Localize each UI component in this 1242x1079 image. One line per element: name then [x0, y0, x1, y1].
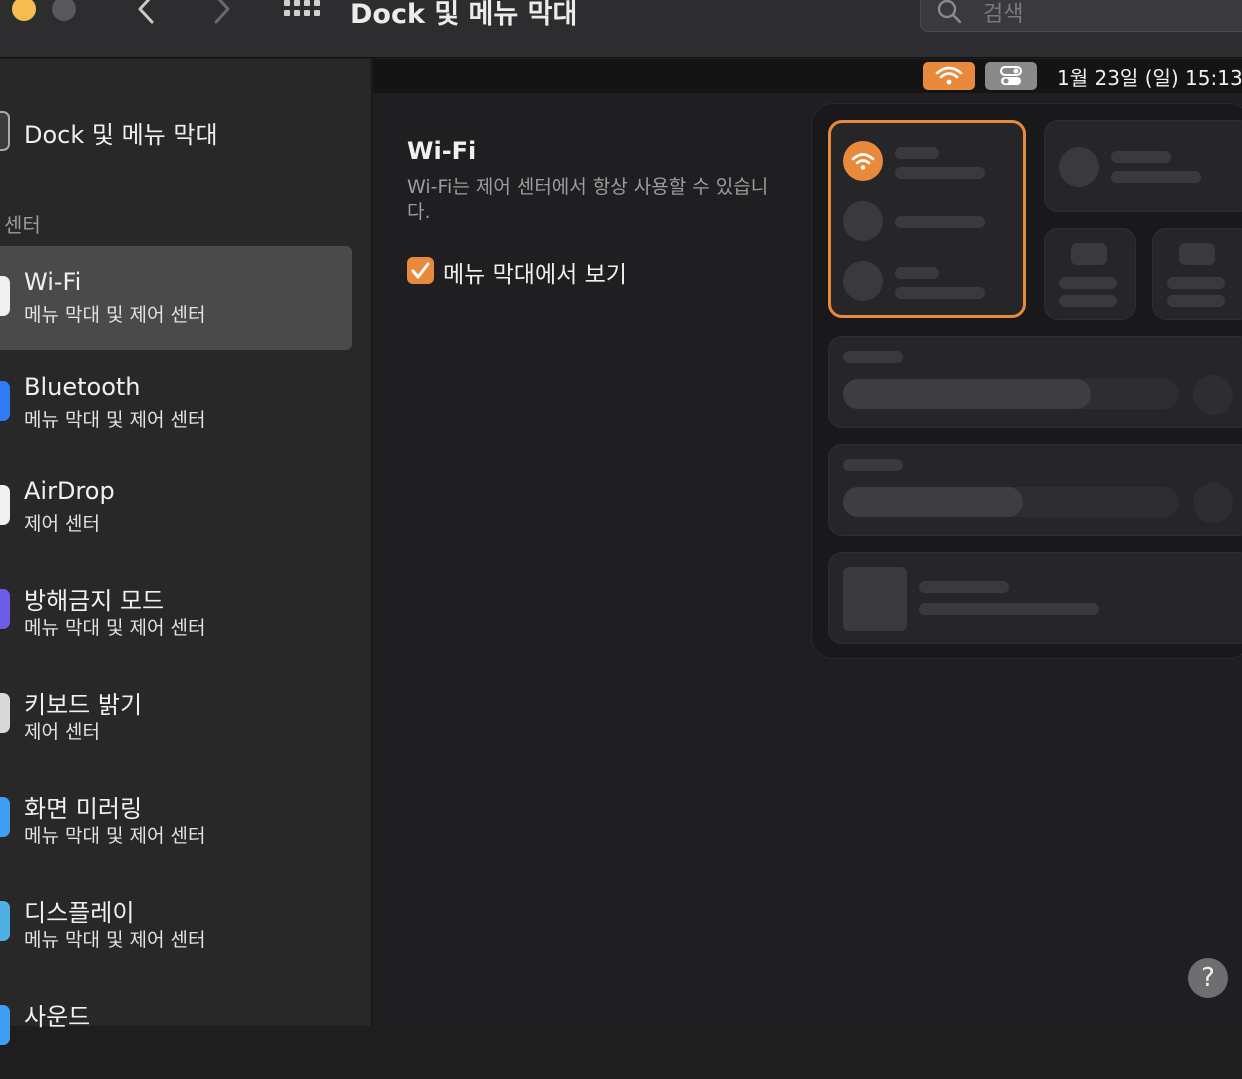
detail-title: Wi-Fi [407, 137, 477, 165]
sidebar-item-label: 방해금지 모드 [24, 587, 165, 615]
now-playing-placeholder [828, 552, 1242, 644]
sound-icon [0, 1005, 10, 1045]
wifi-toggle-icon [843, 141, 883, 181]
search-placeholder: 검색 [983, 2, 1024, 27]
slider-placeholder [828, 444, 1242, 536]
display-icon [0, 901, 10, 941]
screen-mirroring-icon [0, 797, 10, 837]
search-field[interactable]: 검색 [920, 0, 1242, 32]
sidebar-item-keyboard-brightness[interactable]: 키보드 밝기 제어 센터 [0, 663, 352, 767]
sidebar-item-label: Dock 및 메뉴 막대 [24, 121, 218, 149]
moon-icon [0, 589, 10, 629]
dock-icon [0, 111, 10, 151]
slider-placeholder [828, 336, 1242, 428]
sidebar-item-wifi[interactable]: Wi-Fi 메뉴 막대 및 제어 센터 [0, 246, 352, 350]
wifi-icon [0, 276, 10, 316]
forward-button[interactable] [210, 0, 234, 34]
module-placeholder [1044, 120, 1242, 212]
detail-description: Wi-Fi는 제어 센터에서 항상 사용할 수 있습니다. [407, 176, 769, 223]
sidebar-item-bluetooth[interactable]: Bluetooth 메뉴 막대 및 제어 센터 [0, 351, 352, 455]
airdrop-icon [0, 485, 10, 525]
sidebar-item-screen-mirroring[interactable]: 화면 미러링 메뉴 막대 및 제어 센터 [0, 767, 352, 871]
menubar-control-center-icon [985, 62, 1037, 90]
sidebar-item-label: 화면 미러링 [24, 795, 143, 823]
sidebar-item-airdrop[interactable]: AirDrop 제어 센터 [0, 455, 352, 559]
sidebar-item-label: 디스플레이 [24, 899, 135, 927]
help-button[interactable]: ? [1188, 958, 1228, 998]
title-bar: Dock 및 메뉴 막대 검색 [0, 0, 1242, 58]
sidebar: Dock 및 메뉴 막대 센터 Wi-Fi 메뉴 막대 및 제어 센터 Blue… [0, 59, 372, 1045]
sidebar-item-subtitle: 제어 센터 [24, 721, 100, 743]
sidebar-item-label: Wi-Fi [24, 268, 82, 296]
sidebar-item-subtitle: 메뉴 막대 및 제어 센터 [24, 929, 206, 951]
sidebar-item-subtitle: 메뉴 막대 및 제어 센터 [24, 617, 206, 639]
sidebar-item-subtitle: 메뉴 막대 및 제어 센터 [24, 409, 206, 431]
section-header: 센터 [4, 213, 41, 237]
chevron-right-icon [214, 0, 230, 24]
sidebar-item-display[interactable]: 디스플레이 메뉴 막대 및 제어 센터 [0, 871, 352, 975]
module-placeholder [1152, 228, 1242, 320]
module-placeholder [1044, 228, 1136, 320]
sidebar-item-label: 사운드 [24, 1003, 91, 1031]
search-icon [937, 0, 961, 23]
network-module-highlight [828, 120, 1026, 318]
show-in-menubar-label: 메뉴 막대에서 보기 [443, 262, 627, 288]
zoom-button[interactable] [52, 0, 76, 21]
keyboard-brightness-icon [0, 693, 10, 733]
detail-pane: Wi-Fi Wi-Fi는 제어 센터에서 항상 사용할 수 있습니다. 메뉴 막… [373, 93, 1242, 1026]
minimize-button[interactable] [12, 0, 36, 21]
menubar-preview: 1월 23일 (일) 15:13 [373, 59, 1242, 93]
sidebar-item-label: 키보드 밝기 [24, 691, 143, 719]
chevron-left-icon [138, 0, 154, 24]
sidebar-item-sound[interactable]: 사운드 [0, 975, 352, 1079]
menubar-clock: 1월 23일 (일) 15:13 [1057, 66, 1242, 90]
show-in-menubar-checkbox[interactable] [407, 257, 434, 284]
show-all-grid-icon[interactable] [284, 0, 322, 20]
control-center-preview [811, 103, 1242, 659]
sidebar-item-dock-menubar[interactable]: Dock 및 메뉴 막대 [0, 97, 352, 167]
sidebar-item-subtitle: 제어 센터 [24, 513, 100, 535]
back-button[interactable] [134, 0, 158, 34]
checkmark-icon [411, 262, 430, 279]
bluetooth-icon [0, 381, 10, 421]
sidebar-item-subtitle: 메뉴 막대 및 제어 센터 [24, 825, 206, 847]
sidebar-item-label: AirDrop [24, 477, 115, 505]
sidebar-item-label: Bluetooth [24, 373, 141, 401]
sidebar-item-subtitle: 메뉴 막대 및 제어 센터 [24, 304, 206, 326]
menubar-wifi-icon [923, 62, 975, 90]
window-title: Dock 및 메뉴 막대 [350, 0, 578, 30]
sidebar-item-do-not-disturb[interactable]: 방해금지 모드 메뉴 막대 및 제어 센터 [0, 559, 352, 663]
